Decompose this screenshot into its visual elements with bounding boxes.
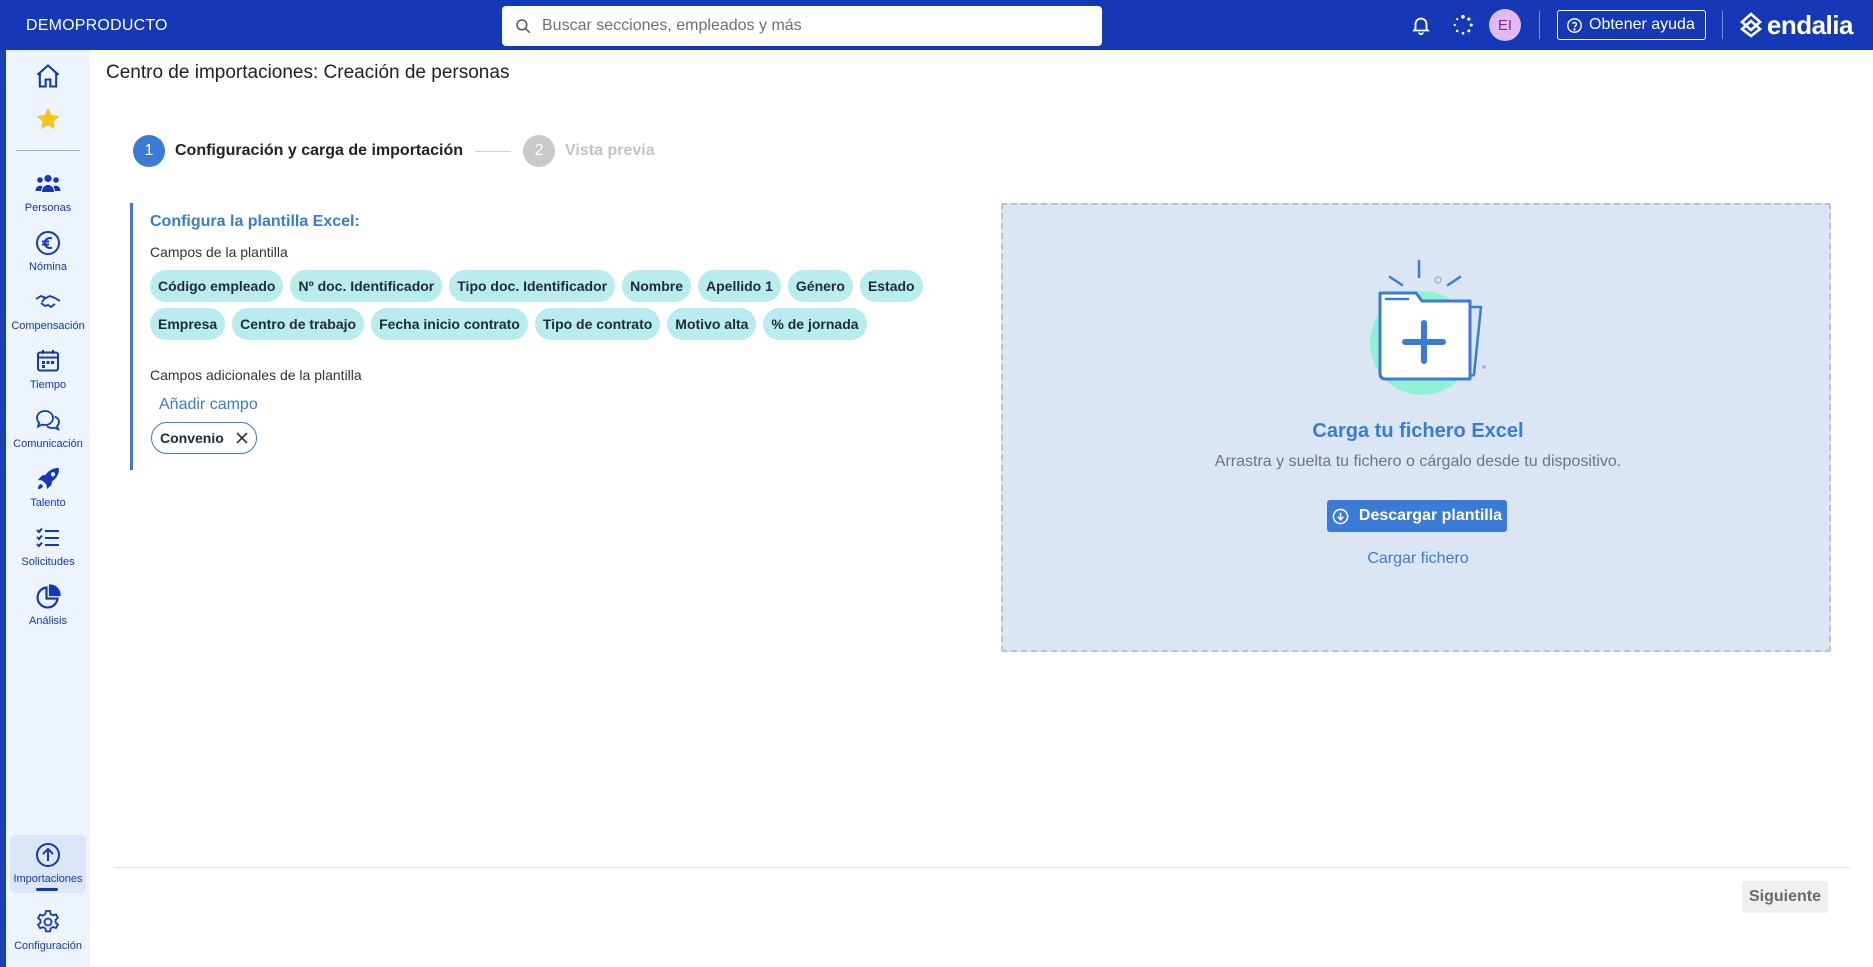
sidebar-item-label: Talento	[30, 497, 66, 509]
step-connector	[475, 150, 512, 152]
sidebar-item-analisis[interactable]: Análisis	[6, 583, 90, 627]
field-chip[interactable]: % de jornada	[763, 308, 867, 340]
field-chip[interactable]: Tipo doc. Identificador	[449, 270, 616, 302]
sidebar-item-home[interactable]	[6, 62, 90, 90]
spinner-icon	[1453, 14, 1473, 35]
footer-divider	[114, 867, 1850, 868]
sidebar-item-label: Solicitudes	[21, 556, 75, 568]
pie-chart-icon	[36, 584, 61, 609]
people-icon	[35, 174, 61, 192]
help-button[interactable]: Obtener ayuda	[1557, 10, 1706, 40]
template-config-panel: Configura la plantilla Excel: Campos de …	[130, 203, 923, 470]
add-field-link[interactable]: Añadir campo	[159, 396, 258, 414]
dropzone-title: Carga tu fichero Excel	[1312, 420, 1524, 442]
gear-icon	[36, 910, 60, 933]
sidebar-item-configuracion[interactable]: Configuración	[6, 908, 90, 952]
sidebar-item-compensacion[interactable]: Compensación	[6, 288, 90, 332]
checklist-icon	[36, 527, 59, 548]
additional-fields-heading: Campos adicionales de la plantilla	[150, 367, 362, 383]
fields-row-2: Empresa Centro de trabajo Fecha inicio c…	[150, 308, 867, 340]
sidebar-item-importaciones[interactable]: Importaciones	[6, 841, 90, 885]
config-title: Configura la plantilla Excel:	[150, 213, 360, 230]
company-name[interactable]: DEMOPRODUCTO	[26, 0, 168, 50]
field-chip[interactable]: Fecha inicio contrato	[371, 308, 528, 340]
sidebar-item-label: Análisis	[29, 615, 67, 627]
download-template-button[interactable]: Descargar plantilla	[1327, 500, 1507, 532]
additional-field-label: Convenio	[160, 430, 224, 446]
sidebar-item-label: Personas	[24, 202, 72, 214]
sidebar-item-comunicacion[interactable]: Comunicación	[6, 406, 90, 450]
download-icon	[1332, 508, 1349, 524]
sidebar-item-talento[interactable]: Talento	[6, 465, 90, 509]
bell-icon	[1412, 17, 1430, 36]
sidebar-item-favorites[interactable]	[6, 105, 90, 133]
user-avatar[interactable]: EI	[1489, 9, 1521, 41]
endalia-logo[interactable]: endalia	[1739, 10, 1853, 41]
dropzone-description: Arrastra y suelta tu fichero o cárgalo d…	[1214, 453, 1622, 470]
handshake-icon	[35, 294, 61, 309]
rocket-icon	[38, 468, 59, 489]
endalia-logo-icon	[1739, 12, 1762, 38]
sidebar-item-nomina[interactable]: Nómina	[6, 229, 90, 273]
field-chip[interactable]: Apellido 1	[698, 270, 781, 302]
step-1-label[interactable]: Configuración y carga de importación	[175, 142, 463, 160]
field-chip[interactable]: Motivo alta	[667, 308, 757, 340]
logo-text: endalia	[1766, 9, 1854, 40]
chat-icon	[36, 410, 60, 431]
sidebar-separator	[16, 150, 80, 151]
step-2-number[interactable]: 2	[523, 135, 556, 167]
field-chip[interactable]: Código empleado	[150, 270, 284, 302]
next-button[interactable]: Siguiente	[1742, 881, 1828, 913]
field-chip[interactable]: Nº doc. Identificador	[290, 270, 443, 302]
search-icon	[516, 19, 531, 34]
home-icon	[36, 64, 60, 88]
fields-row-1: Código empleado Nº doc. Identificador Ti…	[150, 270, 923, 302]
sidebar-item-label: Importaciones	[13, 873, 83, 885]
sidebar-item-label: Compensación	[11, 320, 85, 332]
search-input[interactable]	[542, 17, 1082, 35]
field-chip[interactable]: Nombre	[622, 270, 692, 302]
sidebar-item-label: Tiempo	[29, 379, 67, 391]
sidebar-item-tiempo[interactable]: Tiempo	[6, 347, 90, 391]
close-icon[interactable]	[236, 432, 248, 444]
search-box[interactable]	[502, 6, 1102, 46]
top-actions: EI Obtener ayuda endalia	[1405, 0, 1853, 50]
loading-button[interactable]	[1447, 9, 1479, 41]
step-2-label[interactable]: Vista previa	[565, 142, 655, 160]
import-stepper: 1 Configuración y carga de importación 2…	[133, 135, 655, 167]
step-1-number[interactable]: 1	[133, 135, 165, 167]
topbar-divider	[1539, 11, 1540, 39]
help-circle-icon	[1567, 17, 1582, 33]
euro-icon	[36, 231, 60, 255]
sidebar-item-label: Nómina	[29, 261, 67, 273]
sidebar-item-label: Comunicación	[13, 438, 83, 450]
page-title: Centro de importaciones: Creación de per…	[106, 62, 510, 83]
help-button-label: Obtener ayuda	[1589, 16, 1695, 33]
sidebar: Personas Nómina Compensación Tiempo Comu…	[6, 50, 90, 967]
topbar-divider	[1721, 11, 1723, 39]
file-dropzone[interactable]: Carga tu fichero Excel Arrastra y suelta…	[1001, 203, 1831, 652]
folder-add-icon	[1370, 259, 1486, 395]
field-chip[interactable]: Género	[787, 270, 853, 302]
field-chip[interactable]: Centro de trabajo	[232, 308, 365, 340]
download-template-label: Descargar plantilla	[1358, 507, 1503, 524]
sidebar-item-solicitudes[interactable]: Solicitudes	[6, 524, 90, 568]
additional-field-chip: Convenio	[151, 422, 257, 454]
upload-icon	[36, 843, 60, 867]
sidebar-active-indicator	[36, 888, 58, 891]
calendar-icon	[37, 350, 59, 372]
sidebar-item-label: Configuración	[14, 940, 82, 952]
field-chip[interactable]: Tipo de contrato	[534, 308, 661, 340]
field-chip[interactable]: Empresa	[150, 308, 226, 340]
upload-file-link[interactable]: Cargar fichero	[1003, 550, 1833, 568]
fields-heading: Campos de la plantilla	[150, 244, 288, 260]
top-bar: DEMOPRODUCTO EI Obtener ayuda endalia	[0, 0, 1873, 50]
sidebar-item-personas[interactable]: Personas	[6, 170, 90, 214]
notifications-button[interactable]	[1405, 9, 1437, 41]
field-chip[interactable]: Estado	[859, 270, 923, 302]
star-icon	[36, 107, 60, 130]
